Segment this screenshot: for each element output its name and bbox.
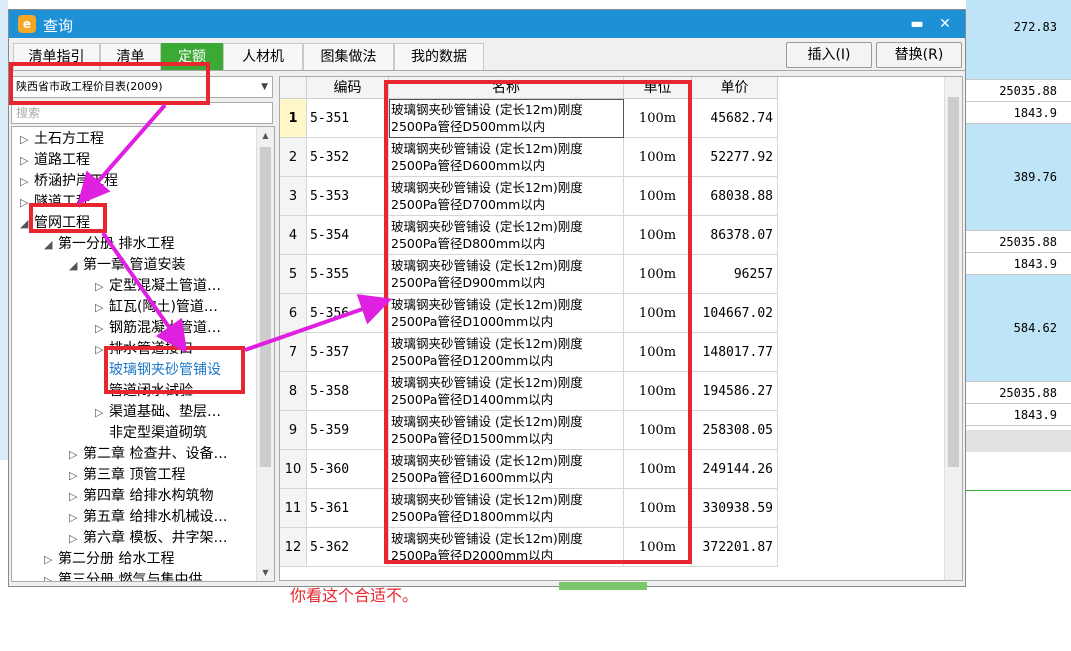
annotation-text: 你看这个合适不。 <box>290 586 419 605</box>
arrow-1 <box>77 103 167 206</box>
annotation-arrows <box>77 103 393 354</box>
arrow-3 <box>244 294 393 352</box>
arrow-2 <box>101 231 188 354</box>
